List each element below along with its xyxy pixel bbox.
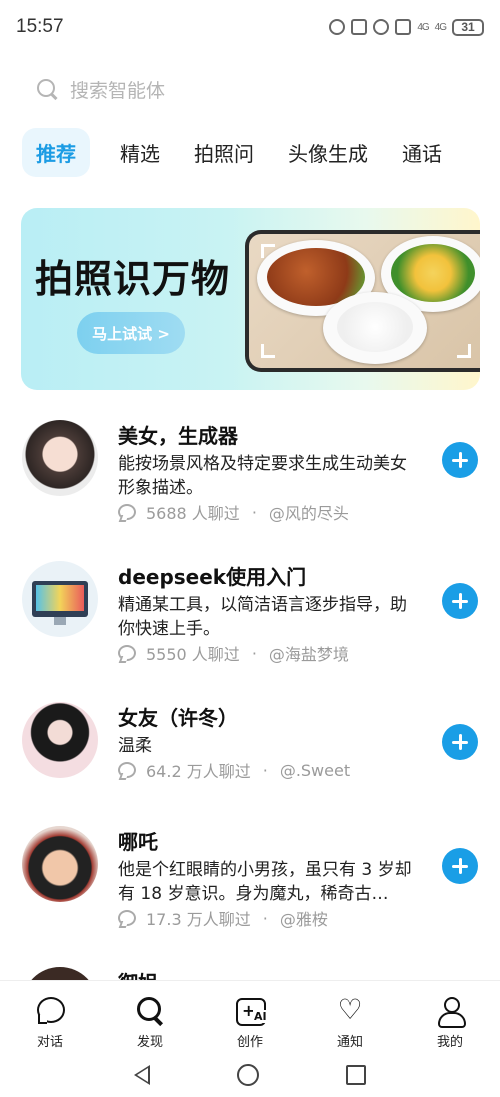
tab-recommend[interactable]: 推荐: [22, 127, 90, 177]
phone-illustration: [245, 230, 480, 372]
system-nav-bar: [0, 1052, 500, 1097]
nav-create[interactable]: + AI 创作: [220, 995, 280, 1050]
nav-label: 创作: [236, 1035, 263, 1050]
tab-avatar-generate[interactable]: 头像生成: [288, 138, 368, 167]
hotspot-icon: [329, 19, 346, 35]
add-agent-button[interactable]: [442, 442, 478, 478]
agent-meta: 64.2 万人聊过 · @.Sweet: [118, 758, 350, 782]
agent-title: 哪吒: [118, 830, 158, 854]
alarm-icon: [373, 19, 390, 35]
chat-bubble-icon: [118, 504, 136, 520]
vibrate-icon: [395, 19, 412, 35]
chat-bubble-icon: [118, 910, 136, 926]
author-name: @海盐梦境: [268, 645, 349, 664]
scan-corner: [457, 344, 471, 358]
list-item[interactable]: 哪吒 他是个红眼睛的小男孩，虽只有 3 岁却有 18 岁意识。身为魔丸，稀奇古……: [0, 814, 500, 955]
add-agent-button[interactable]: [442, 583, 478, 619]
nav-label: 通知: [336, 1035, 363, 1050]
list-item[interactable]: 美女，生成器 能按场景风格及特定要求生成生动美女形象描述。 5688 人聊过 ·…: [0, 408, 500, 549]
nfc-icon: [351, 19, 368, 35]
tab-featured[interactable]: 精选: [120, 138, 160, 167]
author-name: @风的尽头: [268, 504, 349, 523]
chat-bubble-icon: [118, 645, 136, 661]
tab-call[interactable]: 通话: [402, 138, 442, 167]
search-input[interactable]: 搜索智能体: [70, 76, 165, 103]
list-item[interactable]: 女友（许冬） 温柔 64.2 万人聊过 · @.Sweet: [0, 690, 500, 814]
avatar: [22, 826, 98, 902]
search-bar[interactable]: 搜索智能体: [36, 72, 165, 106]
signal-4g-icon: 4G: [417, 21, 429, 33]
separator: ·: [251, 502, 257, 522]
agent-description: 精通某工具，以简洁语言逐步指导，助你快速上手。: [118, 595, 407, 639]
separator: ·: [262, 908, 268, 928]
chat-icon: [35, 995, 65, 1025]
avatar: [22, 702, 98, 778]
nav-profile[interactable]: 我的: [420, 995, 480, 1050]
create-ai-icon: + AI: [235, 995, 268, 1026]
person-icon: [435, 995, 466, 1028]
promo-banner[interactable]: 拍照识万物 马上试试 >: [21, 208, 480, 390]
signal-4g-icon-2: 4G: [434, 21, 447, 33]
avatar: [22, 561, 98, 637]
category-tabs: 推荐 精选 拍照问 头像生成 通话: [22, 127, 476, 177]
agent-meta: 17.3 万人聊过 · @雅桉: [118, 906, 328, 930]
nav-chat[interactable]: 对话: [20, 995, 80, 1050]
status-time: 15:57: [16, 16, 64, 37]
agent-title: deepseek使用入门: [118, 565, 307, 589]
list-item[interactable]: deepseek使用入门 精通某工具，以简洁语言逐步指导，助你快速上手。 555…: [0, 549, 500, 690]
scan-corner: [261, 244, 275, 258]
chat-bubble-icon: [118, 762, 136, 778]
recent-apps-icon[interactable]: [346, 1064, 367, 1085]
try-now-button[interactable]: 马上试试 >: [77, 312, 185, 354]
avatar: [22, 420, 98, 496]
agent-title: 女友（许冬）: [118, 706, 238, 730]
battery-icon: 31: [452, 18, 484, 36]
back-icon[interactable]: [133, 1064, 150, 1085]
nav-label: 对话: [36, 1035, 63, 1050]
agent-description: 能按场景风格及特定要求生成生动美女形象描述。: [118, 454, 407, 498]
agent-description: 温柔: [118, 736, 152, 756]
home-icon[interactable]: [236, 1063, 259, 1086]
add-agent-button[interactable]: [442, 848, 478, 884]
chat-count: 64.2 万人聊过: [146, 762, 251, 781]
search-icon: [135, 995, 165, 1025]
separator: ·: [262, 760, 268, 780]
nav-notifications[interactable]: ♡ 通知: [320, 993, 380, 1051]
chat-count: 5550 人聊过: [146, 645, 240, 664]
agent-meta: 5688 人聊过 · @风的尽头: [118, 500, 349, 524]
food-photo: [249, 234, 480, 368]
search-icon: [36, 78, 58, 100]
status-icons: 4G 4G 31: [329, 18, 484, 36]
separator: ·: [251, 643, 257, 663]
ai-glyph: AI: [253, 1010, 268, 1023]
agent-title: 美女，生成器: [118, 424, 238, 448]
bottom-nav: 对话 发现 + AI 创作 ♡ 通知 我的: [0, 980, 500, 1052]
author-name: @雅桉: [279, 910, 328, 929]
agent-description: 他是个红眼睛的小男孩，虽只有 3 岁却有 18 岁意识。身为魔丸，稀奇古…: [118, 860, 412, 904]
banner-title: 拍照识万物: [35, 257, 231, 301]
chat-count: 17.3 万人聊过: [146, 910, 251, 929]
nav-label: 发现: [136, 1035, 163, 1050]
author-name: @.Sweet: [279, 760, 351, 780]
scan-corner: [261, 344, 275, 358]
status-bar: 15:57 4G 4G 31: [0, 0, 500, 54]
agent-meta: 5550 人聊过 · @海盐梦境: [118, 641, 349, 665]
agent-list: 美女，生成器 能按场景风格及特定要求生成生动美女形象描述。 5688 人聊过 ·…: [0, 408, 500, 995]
tab-photo-ask[interactable]: 拍照问: [194, 138, 254, 167]
nav-label: 我的: [436, 1035, 463, 1050]
chat-count: 5688 人聊过: [146, 504, 240, 523]
heart-icon: ♡: [337, 993, 363, 1026]
add-agent-button[interactable]: [442, 724, 478, 760]
nav-discover[interactable]: 发现: [120, 995, 180, 1050]
rice-bowl: [323, 292, 427, 364]
